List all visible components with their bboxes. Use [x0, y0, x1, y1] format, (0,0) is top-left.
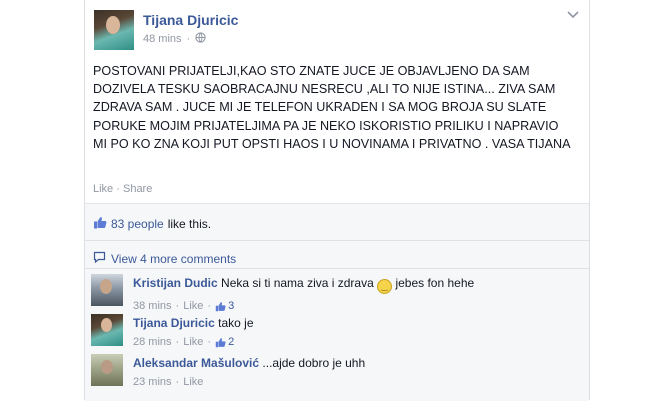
comment-timestamp[interactable]: 38 mins — [133, 300, 172, 312]
post-actions: Like · Share — [93, 183, 152, 195]
meta-separator: · — [186, 33, 191, 45]
comment-text: ...ajde dobro je uhh — [262, 356, 366, 370]
comment-text-after: jebes fon hehe — [395, 276, 475, 290]
thumbs-up-icon — [215, 337, 226, 347]
post-meta: 48 mins · — [143, 32, 206, 46]
comment-like-count[interactable]: 2 — [215, 336, 234, 348]
comment-like-count[interactable]: 3 — [215, 300, 234, 312]
smiley-icon: ‿ — [377, 279, 393, 294]
comment-timestamp[interactable]: 28 mins — [133, 336, 172, 348]
comment-like-link[interactable]: Like — [183, 300, 203, 312]
likes-count-link[interactable]: 83 people — [111, 217, 164, 231]
view-more-comments-label: View 4 more comments — [111, 251, 237, 266]
comment: Tijana Djuricic tako je 28 mins · Like ·… — [85, 314, 589, 354]
post-author-name[interactable]: Tijana Djuricic — [143, 12, 238, 28]
divider — [85, 268, 589, 269]
comment: Aleksandar Mašulović ...ajde dobro je uh… — [85, 354, 589, 394]
view-more-comments[interactable]: View 4 more comments — [93, 251, 236, 266]
commenter-name[interactable]: Aleksandar Mašulović — [133, 356, 259, 370]
commenter-name[interactable]: Kristijan Dudic — [133, 276, 218, 290]
commenter-avatar[interactable] — [91, 274, 123, 306]
comment-like-link[interactable]: Like — [183, 376, 203, 388]
share-link[interactable]: Share — [123, 183, 152, 195]
divider — [85, 240, 589, 241]
commenter-avatar[interactable] — [91, 314, 123, 346]
commenter-name[interactable]: Tijana Djuricic — [133, 316, 215, 330]
likes-summary: 83 people like this. — [93, 216, 211, 232]
like-count-value: 2 — [228, 336, 235, 348]
chevron-down-icon[interactable] — [567, 8, 579, 22]
facebook-post: Tijana Djuricic 48 mins · POSTOVANI PRIJ… — [84, 0, 590, 401]
comment-icon — [93, 251, 106, 266]
thumbs-up-icon — [215, 301, 226, 311]
comment-text: tako je — [218, 316, 254, 330]
commenter-avatar[interactable] — [91, 354, 123, 386]
action-separator: · — [116, 183, 120, 195]
comment-timestamp[interactable]: 23 mins — [133, 376, 172, 388]
comment-text: Neka si ti nama ziva i zdrava — [221, 276, 374, 290]
post-body-text: POSTOVANI PRIJATELJI,KAO STO ZNATE JUCE … — [93, 64, 571, 151]
likes-suffix: like this. — [167, 217, 212, 231]
thumbs-up-icon — [93, 216, 107, 232]
author-avatar[interactable] — [94, 10, 134, 50]
post-timestamp[interactable]: 48 mins — [143, 33, 182, 45]
globe-icon — [195, 32, 206, 46]
like-count-value: 3 — [228, 300, 235, 312]
comment-like-link[interactable]: Like — [183, 336, 203, 348]
feedback-section: 83 people like this. View 4 more comment… — [85, 203, 589, 401]
like-link[interactable]: Like — [93, 183, 113, 195]
comment: Kristijan Dudic Neka si ti nama ziva i z… — [85, 274, 589, 314]
